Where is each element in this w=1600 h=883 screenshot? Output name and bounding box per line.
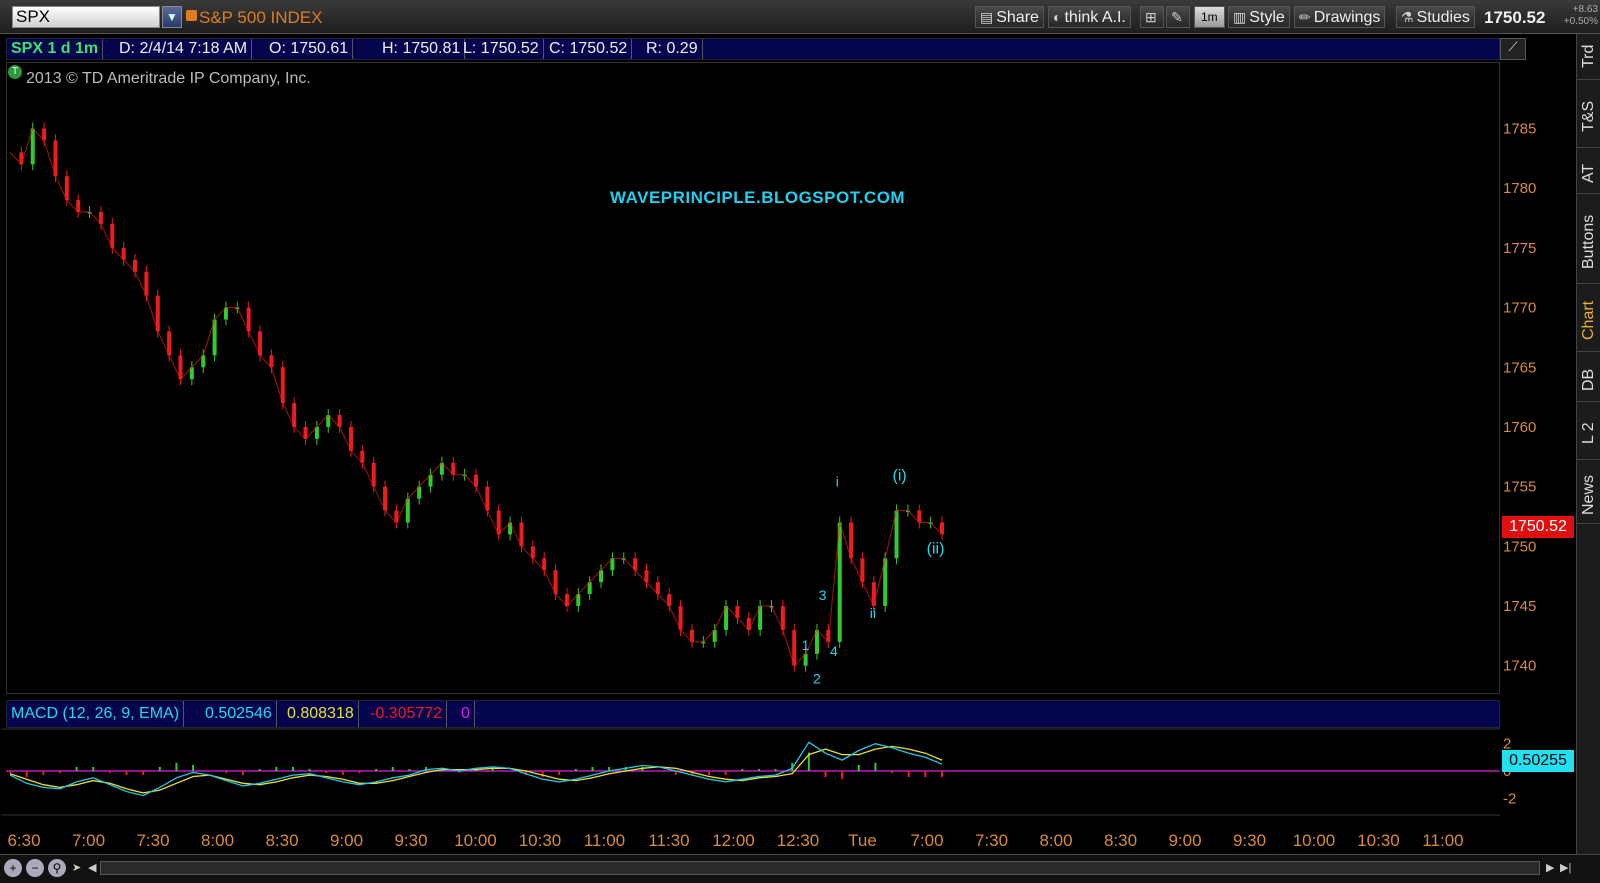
- y-tick-label: 1755: [1503, 479, 1536, 496]
- x-tick-label: 10:30: [519, 831, 562, 850]
- side-tab-trd[interactable]: Trd: [1577, 34, 1600, 80]
- bottom-scroll-bar: + − ⚲ ➤ ◀ ▶ ▶|: [0, 854, 1600, 883]
- x-tick-label: 10:00: [1293, 831, 1336, 850]
- scroll-end-arrow[interactable]: ▶|: [1560, 861, 1571, 874]
- x-tick-label: 7:30: [136, 831, 169, 850]
- x-tick-label: 7:30: [975, 831, 1008, 850]
- horizontal-scrollbar[interactable]: [100, 861, 1540, 875]
- y-tick-label: 1750: [1503, 538, 1536, 555]
- x-tick-label: 8:00: [201, 831, 234, 850]
- wave-label: ii: [870, 605, 876, 621]
- x-tick-label: 11:00: [584, 831, 625, 850]
- side-tab-at[interactable]: AT: [1577, 154, 1600, 194]
- price-line: [9, 127, 943, 667]
- wave-label: 4: [830, 643, 838, 659]
- x-tick-label: 12:00: [712, 831, 755, 850]
- x-tick-label: 7:00: [910, 831, 943, 850]
- side-tab-db[interactable]: DB: [1577, 358, 1600, 402]
- x-tick-label: 8:30: [1104, 831, 1137, 850]
- x-tick-label: 6:30: [7, 831, 40, 850]
- y-tick-label: 1745: [1503, 598, 1536, 615]
- x-tick-label: 9:00: [330, 831, 363, 850]
- current-price-tag: 1750.52: [1502, 516, 1574, 538]
- magnifier-icon[interactable]: ⚲: [48, 859, 66, 877]
- x-tick-label: 11:00: [1422, 831, 1463, 850]
- side-tab-t-s[interactable]: T&S: [1577, 86, 1600, 148]
- y-tick-label: 1740: [1503, 658, 1536, 675]
- x-tick-label: 7:00: [72, 831, 105, 850]
- y-tick-label: 1765: [1503, 359, 1536, 376]
- side-tab-l-2[interactable]: L 2: [1577, 408, 1600, 460]
- side-tab-chart[interactable]: Chart: [1577, 290, 1600, 352]
- y-tick-label: 1760: [1503, 419, 1536, 436]
- x-tick-label: 9:00: [1168, 831, 1201, 850]
- cursor-icon[interactable]: ➤: [72, 861, 81, 874]
- x-tick-label: 8:00: [1039, 831, 1072, 850]
- x-tick-label: 12:30: [777, 831, 820, 850]
- x-tick-label: 10:30: [1357, 831, 1400, 850]
- side-tab-news[interactable]: News: [1577, 466, 1600, 524]
- y-tick-label: 1780: [1503, 180, 1536, 197]
- y-tick-label: 1785: [1503, 120, 1536, 137]
- x-tick-label: Tue: [848, 831, 877, 850]
- wave-label: i: [836, 474, 839, 490]
- macd-tick-label: -2: [1503, 790, 1516, 807]
- zoom-out-icon[interactable]: −: [26, 859, 44, 877]
- x-tick-label: 11:30: [648, 831, 689, 850]
- zoom-in-icon[interactable]: +: [4, 859, 22, 877]
- x-tick-label: 10:00: [454, 831, 497, 850]
- scroll-left-arrow[interactable]: ◀: [88, 861, 96, 874]
- chart-canvas: 1740 1745 1750 1755 1760 1765 1770 1775 1780 1785…: [1, 120, 1536, 850]
- wave-label: 2: [813, 671, 821, 687]
- x-tick-label: 9:30: [394, 831, 427, 850]
- y-tick-label: 1770: [1503, 300, 1536, 317]
- y-tick-label: 1775: [1503, 240, 1536, 257]
- wave-label: (i): [893, 468, 907, 485]
- x-tick-label: 9:30: [1233, 831, 1266, 850]
- wave-label: 1: [802, 637, 810, 653]
- x-tick-label: 8:30: [265, 831, 298, 850]
- side-tabs: Trd T&S AT Buttons Chart DB L 2 News: [1576, 34, 1600, 854]
- wave-label: 3: [819, 587, 827, 603]
- side-tab-buttons[interactable]: Buttons: [1577, 200, 1600, 284]
- macd-line: [9, 741, 943, 797]
- macd-value-tag: 0.50255: [1502, 750, 1574, 772]
- wave-label: (ii): [927, 541, 945, 558]
- scroll-right-arrow[interactable]: ▶: [1546, 861, 1554, 874]
